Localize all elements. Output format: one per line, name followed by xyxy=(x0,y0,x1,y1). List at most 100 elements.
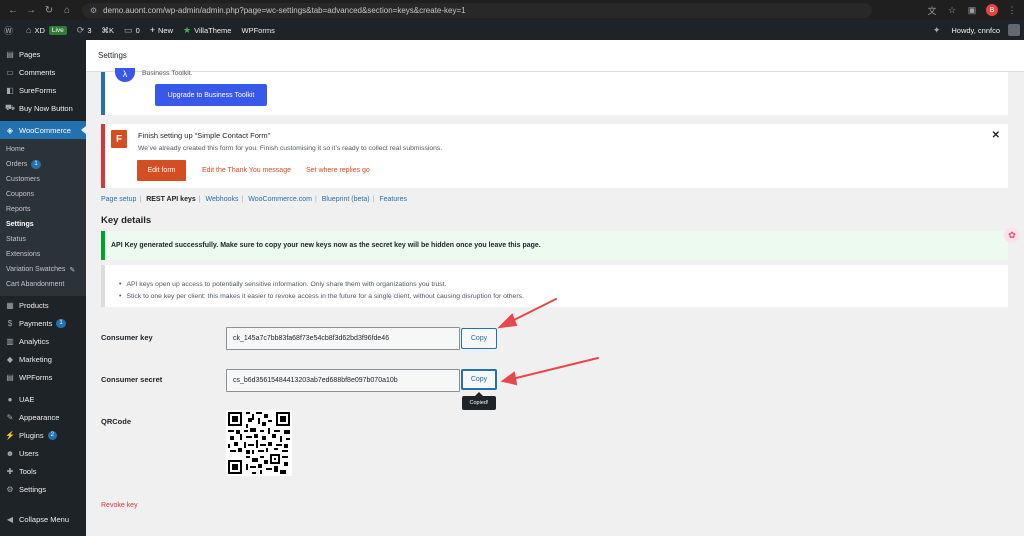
wpforms-icon: ▤ xyxy=(6,372,14,382)
command-palette-item[interactable]: ⌘K xyxy=(102,26,115,35)
success-notice: API Key generated successfully. Make sur… xyxy=(101,231,1008,260)
plugins-count-badge: 2 xyxy=(47,430,57,440)
reload-icon[interactable]: ↻ xyxy=(42,3,56,17)
submenu-orders[interactable]: Orders 1 xyxy=(0,157,86,172)
sparkle-icon[interactable]: ✦ xyxy=(933,25,944,36)
woocommerce-icon: ◈ xyxy=(6,125,14,135)
sidebar-item-users[interactable]: ☻ Users xyxy=(0,444,86,462)
sidebar-item-pages[interactable]: ▤ Pages xyxy=(0,45,86,63)
extensions-icon[interactable]: ▣ xyxy=(966,5,978,16)
main-content: λ Business Toolkit. Upgrade to Business … xyxy=(86,68,1024,536)
browser-menu-icon[interactable]: ⋮ xyxy=(1006,5,1018,16)
comments-item[interactable]: ▭ 0 xyxy=(124,25,140,36)
url-text: demo.auont.com/wp-admin/admin.php?page=w… xyxy=(103,5,466,15)
tab-woocommerce-com[interactable]: WooCommerce.com xyxy=(248,196,312,203)
home-icon: ⌂ xyxy=(26,25,32,35)
home-icon[interactable]: ⌂ xyxy=(60,3,74,17)
consumer-key-field[interactable]: ck_145a7c7bb83fa68f73e54cb8f3d62bd3f96fd… xyxy=(226,327,460,350)
set-replies-link[interactable]: Set where replies go xyxy=(306,167,370,174)
avatar[interactable] xyxy=(1008,24,1020,36)
tab-rest-api-keys[interactable]: REST API keys xyxy=(146,196,196,203)
pages-icon: ▤ xyxy=(6,49,14,59)
updates-icon: ⟳ xyxy=(76,24,85,35)
users-icon: ☻ xyxy=(5,448,15,458)
collapse-icon: ◀ xyxy=(6,514,14,524)
wp-admin-bar: Ⓦ ⌂ XD Live ⟳ 3 ⌘K ▭ 0 + New ★ VillaThem… xyxy=(0,20,1024,40)
upgrade-business-toolkit-button[interactable]: Upgrade to Business Toolkit xyxy=(155,84,267,106)
products-icon: ▦ xyxy=(6,300,14,310)
sidebar-item-woocommerce[interactable]: ◈ WooCommerce xyxy=(0,121,86,139)
submenu-extensions[interactable]: Extensions xyxy=(0,247,86,262)
wpforms-logo-icon: F xyxy=(111,130,127,148)
submenu-reports[interactable]: Reports xyxy=(0,202,86,217)
address-bar[interactable]: ⚙ demo.auont.com/wp-admin/admin.php?page… xyxy=(82,2,872,18)
edit-thank-you-link[interactable]: Edit the Thank You message xyxy=(202,167,291,174)
submenu-home[interactable]: Home xyxy=(0,142,86,157)
sidebar-item-products[interactable]: ▦ Products xyxy=(0,296,86,314)
wpforms-bar-item[interactable]: WPForms xyxy=(241,26,274,35)
sidebar-item-payments[interactable]: $ Payments 1 xyxy=(0,314,86,332)
settings-icon: ⚙ xyxy=(6,484,14,494)
translate-icon[interactable]: 文 xyxy=(926,4,938,17)
tab-webhooks[interactable]: Webhooks xyxy=(206,196,239,203)
info-notice: API keys open up access to potentially s… xyxy=(101,265,1008,307)
submenu-settings[interactable]: Settings xyxy=(0,217,86,232)
edit-form-button[interactable]: Edit form xyxy=(137,160,186,181)
villatheme-label: VillaTheme xyxy=(194,25,232,35)
plugins-icon: ⚡ xyxy=(5,430,15,440)
sidebar-item-wpforms[interactable]: ▤ WPForms xyxy=(0,368,86,386)
close-icon[interactable]: ✕ xyxy=(992,130,1000,141)
site-info-icon[interactable]: ⚙ xyxy=(90,6,97,15)
sidebar-item-buy-now-button[interactable]: ⛟ Buy Now Button xyxy=(0,99,86,117)
browser-toolbar: ← → ↻ ⌂ ⚙ demo.auont.com/wp-admin/admin.… xyxy=(0,0,1024,20)
sureforms-icon: ◧ xyxy=(6,85,14,95)
shortcut-label: ⌘K xyxy=(101,25,115,35)
profile-avatar[interactable]: B xyxy=(986,4,998,16)
comment-icon: ▭ xyxy=(124,24,133,35)
sidebar-item-marketing[interactable]: ◆ Marketing xyxy=(0,350,86,368)
bookmark-star-icon[interactable]: ☆ xyxy=(946,5,958,16)
new-content-item[interactable]: + New xyxy=(150,25,173,35)
submenu-customers[interactable]: Customers xyxy=(0,172,86,187)
sidebar-item-uae[interactable]: ● UAE xyxy=(0,390,86,408)
business-toolkit-notice: λ Business Toolkit. Upgrade to Business … xyxy=(101,68,1008,115)
copy-consumer-key-button[interactable]: Copy xyxy=(461,328,497,349)
admin-sidebar: ▤ Pages ▭ Comments ◧ SureForms ⛟ Buy Now… xyxy=(0,40,86,536)
updates-item[interactable]: ⟳ 3 xyxy=(77,25,92,36)
tab-page-setup[interactable]: Page setup xyxy=(101,196,136,203)
villatheme-item[interactable]: ★ VillaTheme xyxy=(183,25,231,36)
wp-logo-icon[interactable]: Ⓦ xyxy=(4,24,16,37)
sidebar-item-analytics[interactable]: ▥ Analytics xyxy=(0,332,86,350)
revoke-key-link[interactable]: Revoke key xyxy=(101,502,138,509)
page-title: Settings xyxy=(98,51,127,60)
variation-swatches-icon: ✎ xyxy=(69,266,76,274)
sidebar-item-sureforms[interactable]: ◧ SureForms xyxy=(0,81,86,99)
sidebar-item-tools[interactable]: ✚ Tools xyxy=(0,462,86,480)
submenu-coupons[interactable]: Coupons xyxy=(0,187,86,202)
back-icon[interactable]: ← xyxy=(6,3,20,17)
qrcode-label: QRCode xyxy=(101,417,131,426)
comments-icon: ▭ xyxy=(6,67,14,77)
comments-count: 0 xyxy=(135,25,140,35)
submenu-variation-swatches[interactable]: Variation Swatches ✎ xyxy=(0,262,86,277)
sidebar-item-comments[interactable]: ▭ Comments xyxy=(0,63,86,81)
info-item: API keys open up access to potentially s… xyxy=(119,278,1008,290)
wpforms-bar-label: WPForms xyxy=(241,25,275,35)
submenu-status[interactable]: Status xyxy=(0,232,86,247)
tab-blueprint[interactable]: Blueprint (beta) xyxy=(322,196,370,203)
tab-features[interactable]: Features xyxy=(379,196,407,203)
updates-count: 3 xyxy=(87,25,92,35)
woocommerce-submenu: Home Orders 1 Customers Coupons Reports S… xyxy=(0,139,86,296)
floating-helper-icon[interactable]: ✿ xyxy=(1004,227,1020,243)
collapse-menu-button[interactable]: ◀ Collapse Menu xyxy=(0,510,86,528)
copy-consumer-secret-button[interactable]: Copy xyxy=(461,369,497,390)
sidebar-item-settings[interactable]: ⚙ Settings xyxy=(0,480,86,498)
sidebar-item-plugins[interactable]: ⚡ Plugins 2 xyxy=(0,426,86,444)
copied-tooltip: Copied! xyxy=(462,392,496,410)
sidebar-item-appearance[interactable]: ✎ Appearance xyxy=(0,408,86,426)
forward-icon[interactable]: → xyxy=(24,3,38,17)
consumer-secret-field[interactable]: cs_b6d35615484413203ab7ed688bf8e097b070a… xyxy=(226,369,460,392)
site-name-item[interactable]: ⌂ XD Live xyxy=(26,25,67,35)
my-account-item[interactable]: Howdy, cnnfco xyxy=(951,26,1000,35)
submenu-cart-abandonment[interactable]: Cart Abandonment xyxy=(0,277,86,292)
